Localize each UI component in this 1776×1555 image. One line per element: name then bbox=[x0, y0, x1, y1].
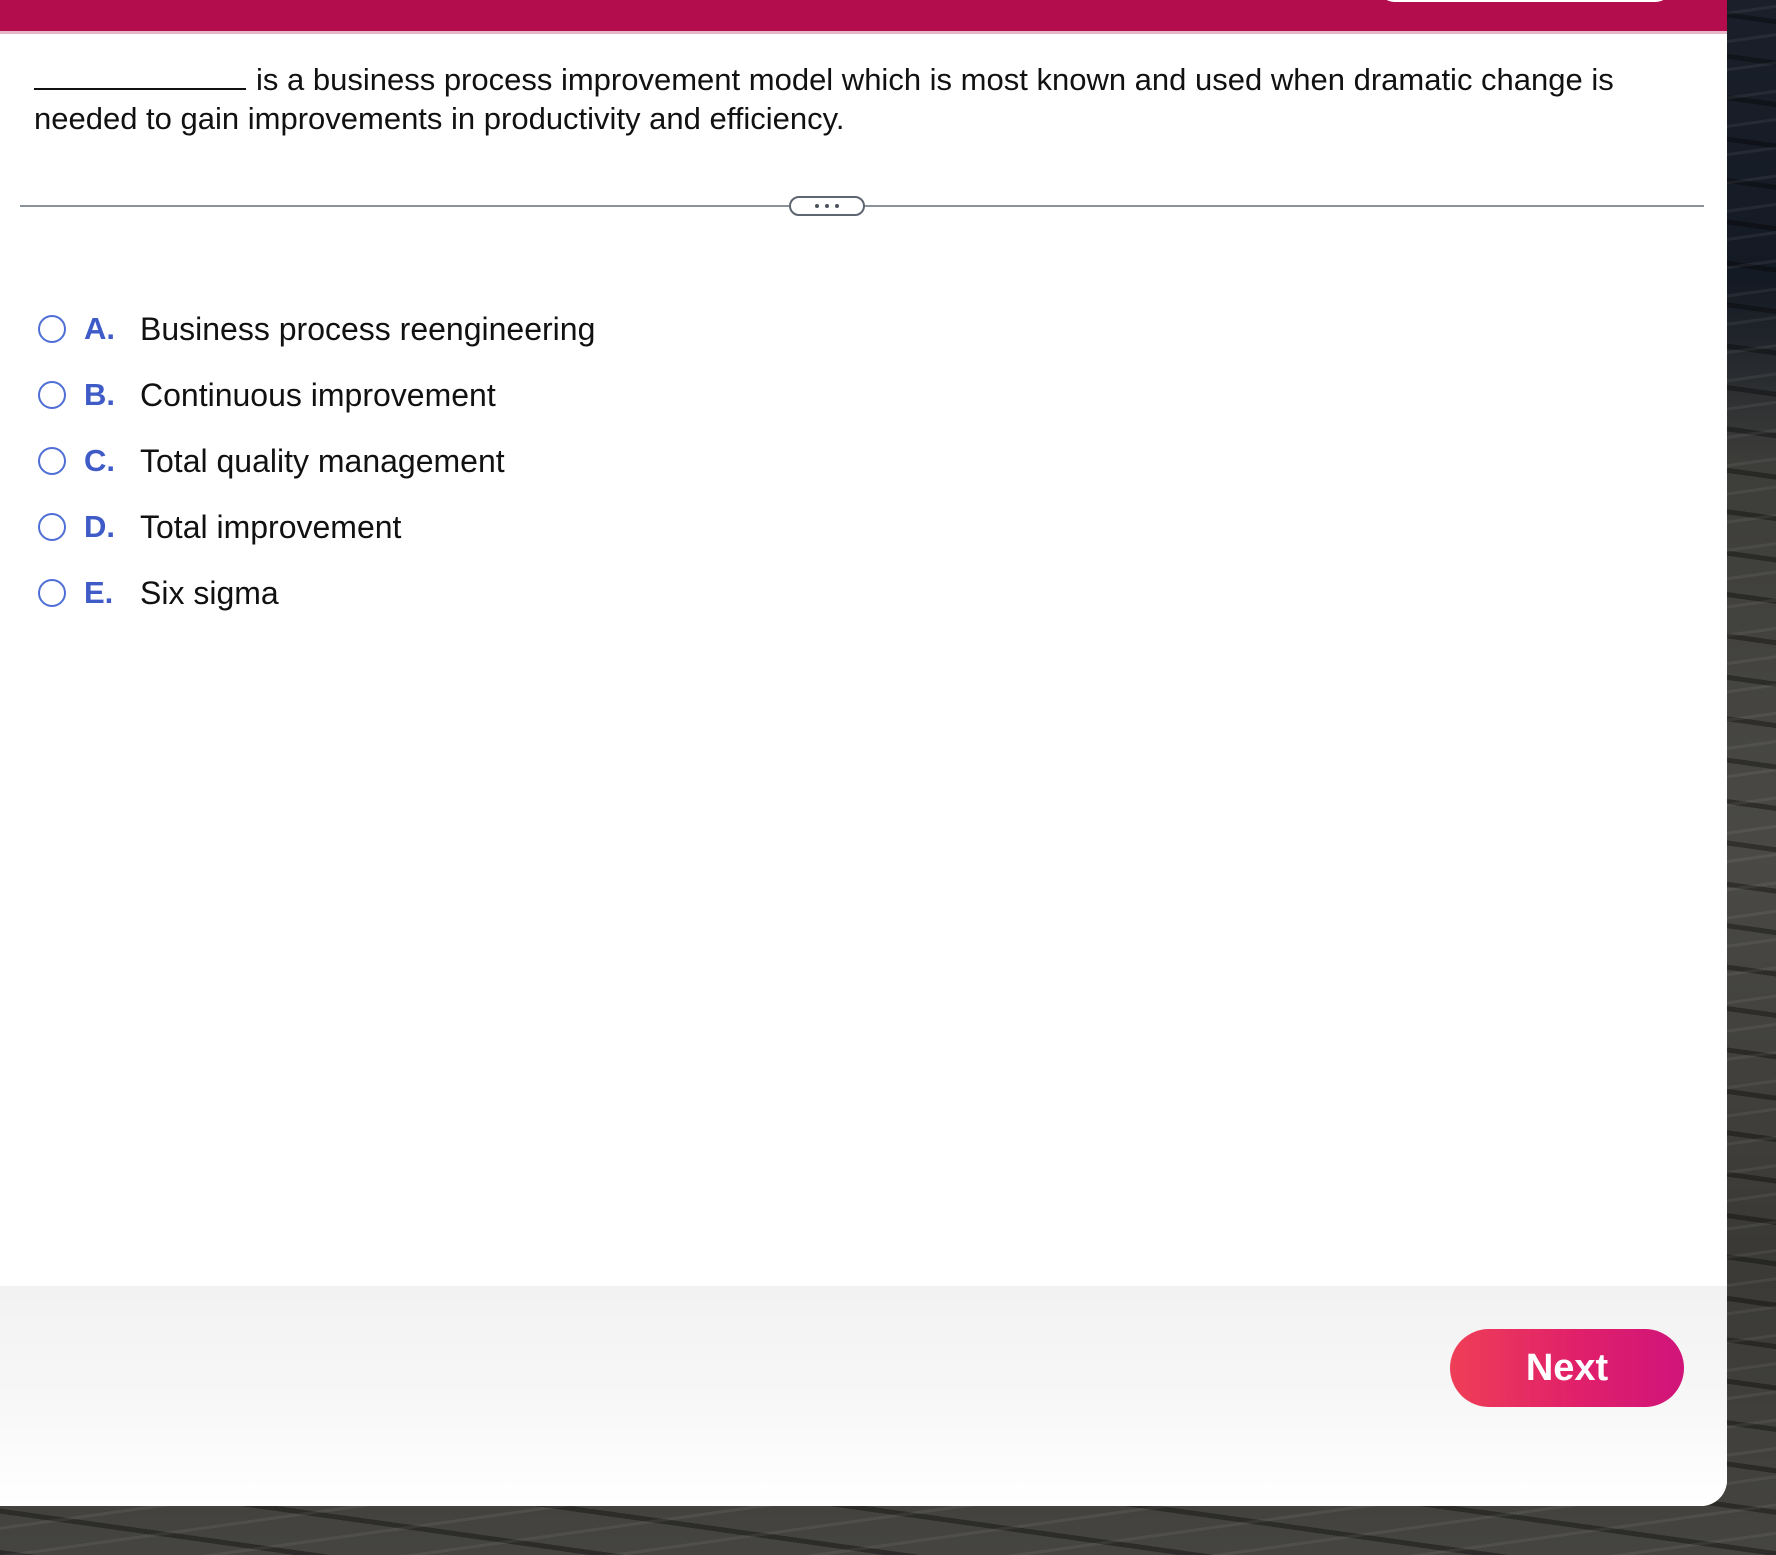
radio-button[interactable] bbox=[38, 447, 66, 475]
option-label: Continuous improvement bbox=[140, 376, 496, 413]
answer-blank bbox=[34, 58, 246, 90]
option-c[interactable]: C. Total quality management bbox=[38, 428, 595, 494]
option-a[interactable]: A. Business process reengineering bbox=[38, 296, 595, 362]
question-body: is a business process improvement model … bbox=[34, 62, 1614, 136]
option-e[interactable]: E. Six sigma bbox=[38, 560, 595, 626]
option-label: Total improvement bbox=[140, 508, 402, 545]
more-horizontal-icon bbox=[815, 204, 819, 208]
more-horizontal-icon bbox=[825, 204, 829, 208]
option-letter: B. bbox=[84, 377, 115, 412]
option-b[interactable]: B. Continuous improvement bbox=[38, 362, 595, 428]
option-letter: D. bbox=[84, 509, 115, 544]
option-letter: A. bbox=[84, 311, 115, 346]
option-label: Six sigma bbox=[140, 574, 279, 611]
option-letter: C. bbox=[84, 443, 115, 478]
option-label: Business process reengineering bbox=[140, 310, 596, 347]
option-d[interactable]: D. Total improvement bbox=[38, 494, 595, 560]
radio-button[interactable] bbox=[38, 381, 66, 409]
more-options-button[interactable] bbox=[789, 196, 865, 216]
radio-button[interactable] bbox=[38, 513, 66, 541]
more-horizontal-icon bbox=[835, 204, 839, 208]
answer-options: A. Business process reengineering B. Con… bbox=[38, 296, 595, 626]
radio-button[interactable] bbox=[38, 315, 66, 343]
next-button[interactable]: Next bbox=[1450, 1329, 1684, 1407]
option-label: Total quality management bbox=[140, 442, 505, 479]
top-tab bbox=[1380, 0, 1670, 2]
radio-button[interactable] bbox=[38, 579, 66, 607]
question-text: is a business process improvement model … bbox=[34, 58, 1684, 138]
question-panel: is a business process improvement model … bbox=[0, 0, 1727, 1506]
option-letter: E. bbox=[84, 575, 114, 610]
top-bar bbox=[0, 0, 1727, 34]
